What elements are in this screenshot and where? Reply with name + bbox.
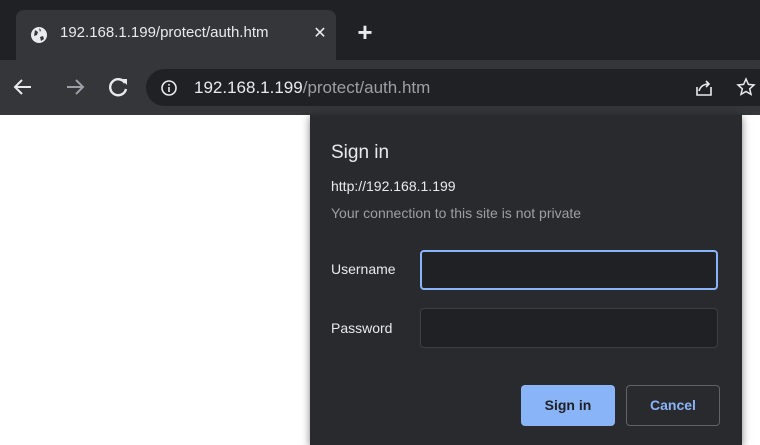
back-arrow-icon[interactable]: [10, 74, 36, 100]
username-field[interactable]: [420, 250, 718, 290]
browser-toolbar: 192.168.1.199/protect/auth.htm: [0, 60, 760, 115]
url-path: /protect/auth.htm: [302, 78, 431, 97]
cancel-button[interactable]: Cancel: [626, 385, 720, 426]
sign-in-dialog: Sign in http://192.168.1.199 Your connec…: [310, 115, 742, 445]
close-icon[interactable]: ✕: [308, 22, 332, 46]
star-icon[interactable]: [736, 77, 756, 97]
password-field[interactable]: [420, 308, 718, 348]
browser-tab[interactable]: 192.168.1.199/protect/auth.htm ✕: [16, 10, 336, 60]
sign-in-button[interactable]: Sign in: [521, 385, 615, 426]
forward-arrow-icon[interactable]: [62, 74, 88, 100]
tab-title: 192.168.1.199/protect/auth.htm: [60, 24, 269, 41]
plus-icon[interactable]: +: [352, 19, 378, 46]
globe-icon: [31, 27, 47, 43]
address-bar[interactable]: 192.168.1.199/protect/auth.htm: [146, 69, 760, 106]
share-icon[interactable]: [694, 78, 714, 98]
username-label: Username: [331, 261, 396, 277]
url-host: 192.168.1.199: [194, 78, 303, 97]
dialog-title: Sign in: [331, 142, 390, 163]
password-label: Password: [331, 320, 393, 336]
info-icon[interactable]: [160, 79, 178, 97]
connection-warning: Your connection to this site is not priv…: [331, 205, 582, 221]
dialog-origin: http://192.168.1.199: [331, 178, 456, 194]
reload-icon[interactable]: [106, 74, 132, 100]
url-text[interactable]: 192.168.1.199/protect/auth.htm: [194, 78, 430, 98]
tab-strip: 192.168.1.199/protect/auth.htm ✕ +: [0, 0, 760, 60]
